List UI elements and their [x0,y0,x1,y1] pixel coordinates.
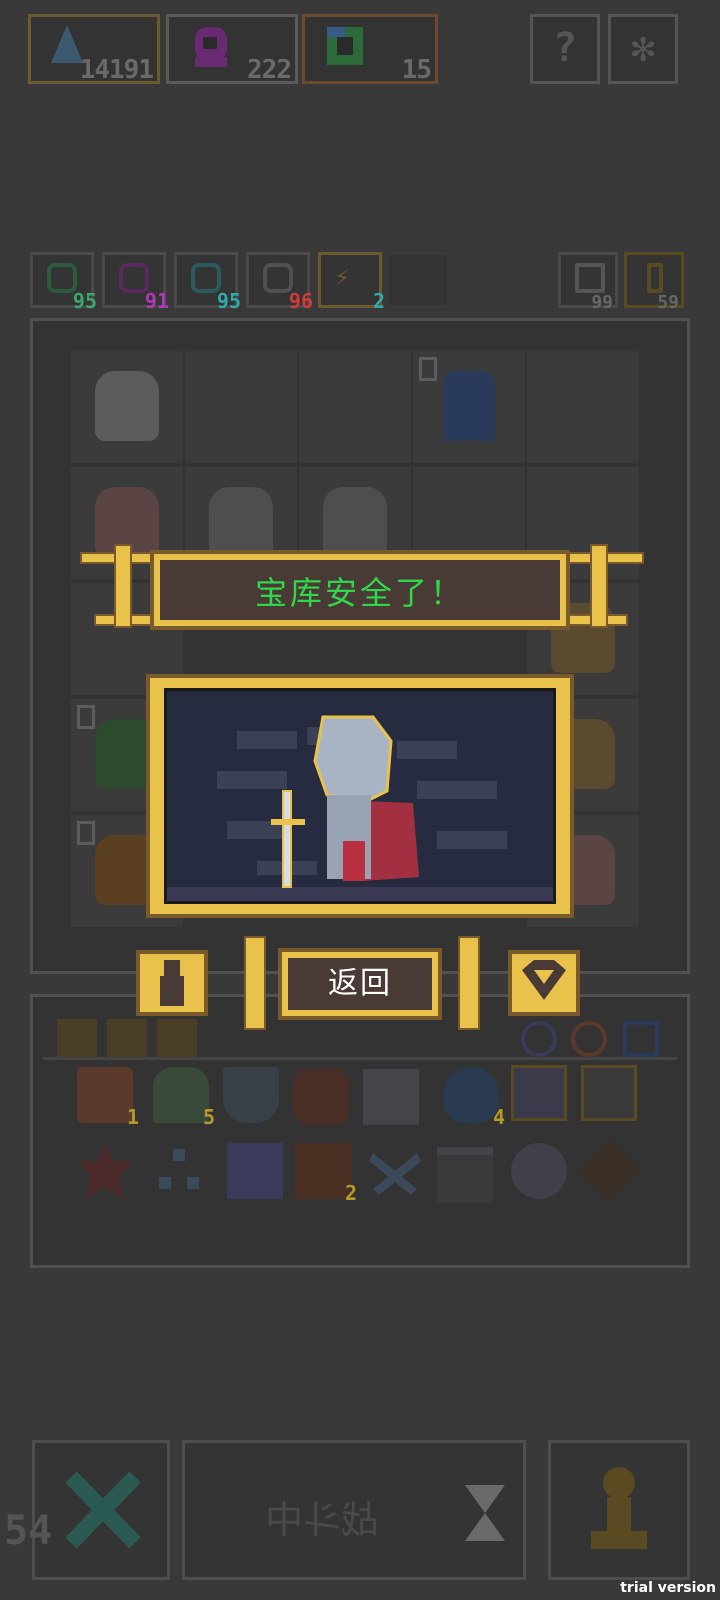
key-count: 59 [657,292,679,313]
cell-badge: 0 [419,357,437,381]
key-icon [647,263,663,293]
ghost-quantity: 5 [202,1105,215,1129]
cell-badge: 0 [77,705,95,729]
knight-illustration [167,715,553,901]
skill-slot-empty [386,252,450,308]
skill-count: 96 [288,289,313,313]
heart-icon [522,960,566,1000]
mana-value: 14191 [79,55,154,85]
back-label: 返回 [328,966,392,1001]
water-item[interactable]: 4 [443,1067,505,1129]
basket-item[interactable] [437,1147,493,1203]
potion-item[interactable] [581,1065,637,1121]
ring-icon[interactable] [571,1021,607,1057]
back-ornament-left [244,936,266,1030]
souls-counter: 222 [166,14,298,85]
skill-slot-2[interactable]: 91 [102,252,169,313]
banner-title: 宝库安全了！ [254,574,465,612]
board-cell[interactable] [527,351,639,463]
gem-ring-icon [323,23,363,67]
knight-scene [164,688,556,904]
help-button[interactable]: ? [530,14,600,84]
ingredient-slot[interactable] [57,1019,97,1059]
network-item[interactable] [153,1143,209,1199]
back-ornament-right [458,936,480,1030]
back-button[interactable]: 返回 [278,948,442,1020]
battle-status-panel: 战斗中 [182,1440,526,1580]
pawn-icon [591,1467,647,1549]
drum-item[interactable]: 1 [77,1067,139,1129]
skill-count: 95 [216,289,241,313]
settings-button[interactable]: ✻ [608,14,678,84]
fps-counter: 54 [4,1508,53,1554]
undo-arrow-icon [575,263,605,293]
key-counter[interactable]: 59 [624,252,684,313]
gems-counter: 15 [302,14,438,85]
inventory-panel: 1 5 4 2 [30,994,690,1268]
scene-frame [146,674,574,918]
armor-icon[interactable] [623,1021,659,1057]
skill-count: 95 [72,289,97,313]
chest-quantity: 2 [344,1181,357,1205]
skill-slot-5[interactable]: ⚡ 2 [318,252,385,313]
creature-sprite [209,487,273,557]
ingredient-slot[interactable] [107,1019,147,1059]
jacket-item[interactable] [511,1065,567,1121]
skill-slot-4[interactable]: 96 [246,252,313,313]
phone-booth-sprite [443,371,495,441]
board-cell[interactable]: 0 [413,351,525,463]
gems-value: 15 [401,55,432,85]
creature-sprite [95,371,159,441]
pawn-panel[interactable] [548,1440,690,1580]
camera-item[interactable] [363,1069,419,1125]
banner-post-right [590,544,608,628]
cancel-panel[interactable] [32,1440,170,1580]
board-cell[interactable] [299,351,411,463]
battle-status-text: 战斗中 [265,1498,380,1542]
undo-counter[interactable]: 99 [558,252,618,313]
skill-count: 91 [144,289,169,313]
drum-quantity: 1 [126,1105,139,1129]
skill-slot-3[interactable]: 95 [174,252,241,313]
trial-watermark: trial version [620,1580,716,1596]
close-icon [65,1471,141,1549]
water-quantity: 4 [492,1105,505,1129]
result-banner: 宝库安全了！ [150,550,570,630]
skill-slot-1[interactable]: 95 [30,252,97,313]
key-hole-button[interactable] [136,950,208,1016]
ghost-item[interactable]: 5 [153,1067,215,1129]
glove-item[interactable] [293,1069,349,1125]
souls-value: 222 [247,55,292,85]
undo-count: 99 [591,292,613,313]
mana-counter: 14191 [28,14,160,85]
board-cell[interactable] [71,351,183,463]
creature-sprite [323,487,387,557]
heart-button[interactable] [508,950,580,1016]
skill-count: 2 [372,289,385,313]
pickaxe-item[interactable] [367,1143,423,1199]
cup-item[interactable] [227,1143,283,1199]
board-cell[interactable] [185,351,297,463]
hourglass-icon [465,1485,505,1541]
chest-item[interactable]: 2 [295,1143,357,1205]
bandage-item[interactable] [511,1143,567,1199]
shield-item[interactable] [223,1067,279,1123]
lightning-icon: ⚡ [335,263,350,291]
cell-badge: 0 [77,821,95,845]
banner-post-left [114,544,132,628]
ingredient-slot[interactable] [157,1019,197,1059]
keyhole-icon [160,960,184,1006]
ring-icon[interactable] [521,1021,557,1057]
ghost-icon [189,23,229,67]
